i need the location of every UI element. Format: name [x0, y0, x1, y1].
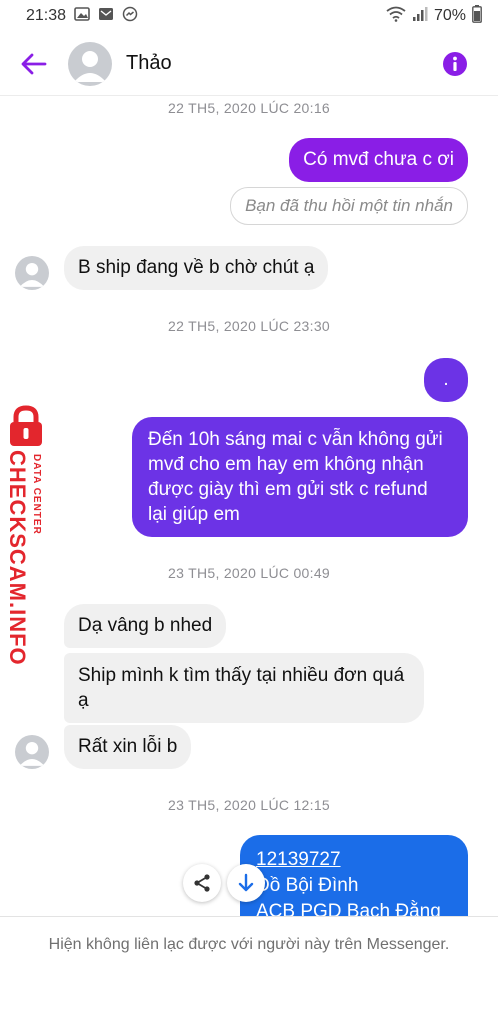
- battery-percent: 70%: [433, 7, 466, 24]
- message-line: ACB PGD Bạch Đằng: [256, 901, 441, 916]
- timestamp: 22 TH5, 2020 LÚC 23:30: [167, 318, 330, 334]
- unavailable-notice-bar: Hiện không liên lạc được với người này t…: [0, 916, 498, 1024]
- messenger-notification-icon: [122, 6, 138, 27]
- back-arrow-icon: [21, 53, 47, 74]
- wifi-icon: [386, 6, 406, 27]
- status-time: 21:38: [26, 7, 67, 24]
- scroll-down-icon: [238, 873, 254, 892]
- message-bubble-incoming[interactable]: B ship đang về b chờ chút ạ: [64, 246, 329, 290]
- timestamp: 22 TH5, 2020 LÚC 20:16: [167, 100, 330, 116]
- sender-avatar[interactable]: [15, 256, 49, 290]
- share-icon: [194, 874, 210, 892]
- back-button[interactable]: [16, 46, 52, 82]
- contact-name[interactable]: Thảo: [126, 52, 172, 75]
- sender-avatar[interactable]: [15, 735, 49, 769]
- message-bubble-incoming[interactable]: Ship mình k tìm thấy tại nhiều đơn quá ạ: [64, 653, 424, 723]
- signal-icon: [412, 6, 428, 27]
- scroll-down-button[interactable]: [227, 864, 265, 902]
- account-number-link[interactable]: 12139727: [256, 847, 452, 873]
- watermark-tag: DATA CENTER: [31, 454, 42, 535]
- checkscam-watermark: CHECKSCAM.INFO DATA CENTER: [0, 404, 56, 666]
- info-button[interactable]: [442, 51, 468, 77]
- message-bubble-outgoing[interactable]: Đến 10h sáng mai c vẫn không gửi mvđ cho…: [132, 417, 468, 537]
- share-button[interactable]: [183, 864, 221, 902]
- info-icon: [443, 51, 467, 76]
- timestamp: 23 TH5, 2020 LÚC 12:15: [167, 797, 330, 813]
- status-bar: 21:38 70%: [0, 0, 498, 32]
- unavailable-notice: Hiện không liên lạc được với người này t…: [48, 936, 450, 953]
- message-list[interactable]: 22 TH5, 2020 LÚC 20:16 Có mvđ chưa c ơi …: [0, 96, 498, 916]
- lock-icon: [10, 405, 42, 446]
- timestamp: 23 TH5, 2020 LÚC 00:49: [167, 565, 330, 581]
- contact-avatar[interactable]: [68, 41, 112, 86]
- mail-notification-icon: [98, 7, 114, 26]
- watermark-brand: CHECKSCAM.INFO: [5, 450, 30, 666]
- message-bubble-outgoing[interactable]: 12139727 Đồ Bội Đình ACB PGD Bạch Đằng: [240, 835, 468, 916]
- conversation-header: Thảo: [0, 32, 498, 96]
- avatar-placeholder-icon: [19, 262, 45, 287]
- message-bubble-outgoing[interactable]: Có mvđ chưa c ơi: [289, 138, 468, 182]
- message-bubble-outgoing[interactable]: .: [424, 358, 468, 402]
- recalled-message[interactable]: Bạn đã thu hồi một tin nhắn: [230, 187, 468, 225]
- gallery-notification-icon: [74, 6, 90, 26]
- avatar-placeholder-icon: [19, 741, 45, 766]
- battery-icon: [472, 4, 482, 28]
- message-bubble-incoming[interactable]: Dạ vâng b nhed: [64, 604, 227, 648]
- avatar-placeholder-icon: [74, 50, 106, 82]
- message-bubble-incoming[interactable]: Rất xin lỗi b: [64, 725, 192, 769]
- message-line: Đồ Bội Đình: [256, 875, 359, 896]
